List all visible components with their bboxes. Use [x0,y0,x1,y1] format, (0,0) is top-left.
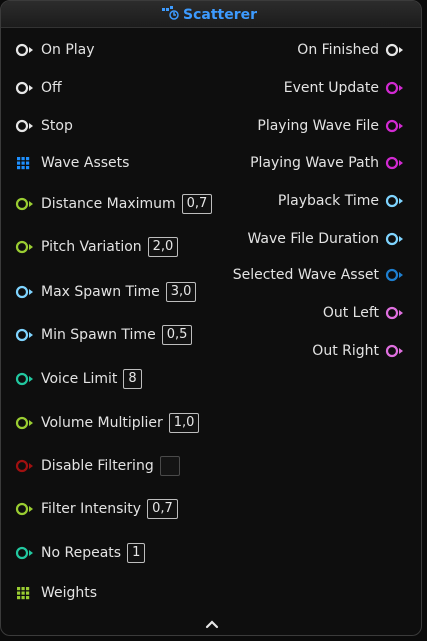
pin-label: No Repeats [41,545,122,561]
pin-label: Voice Limit [41,371,118,387]
object-pin-icon[interactable] [385,268,405,282]
float-pin-icon[interactable] [15,197,35,211]
audio-pin-icon[interactable] [385,306,405,320]
pin-checkbox[interactable] [159,456,180,476]
input-pin-row[interactable]: Filter Intensity 0,7 [15,498,178,520]
scatter-icon [161,5,179,25]
input-pin-row[interactable]: Weights [15,582,97,604]
output-pin-row[interactable]: On Finished [297,39,405,61]
pin-label: Playback Time [277,193,379,209]
int-pin-icon[interactable] [15,372,35,386]
node-title: Scatterer [183,7,258,23]
pin-label: Out Right [312,343,379,359]
input-pin-row[interactable]: On Play [15,39,95,61]
exec-pin-icon[interactable] [15,119,35,133]
pin-label: Weights [41,585,98,601]
pin-label: Event Update [283,80,379,96]
pin-label: Disable Filtering [41,458,154,474]
exec-pin-icon[interactable] [385,43,405,57]
pin-label: On Finished [297,42,379,58]
input-pin-row[interactable]: Volume Multiplier 1,0 [15,412,200,434]
pin-label: Pitch Variation [41,239,142,255]
pin-label: Playing Wave Path [250,155,379,171]
int-pin-icon[interactable] [15,546,35,560]
time-pin-icon[interactable] [385,232,405,246]
pin-label: On Play [41,42,95,58]
pin-label: Stop [41,118,73,134]
output-pin-row[interactable]: Playback Time [278,190,405,212]
float-pin-icon[interactable] [15,502,35,516]
input-pin-row[interactable]: Min Spawn Time 0,5 [15,324,193,346]
bool-pin-icon[interactable] [15,459,35,473]
input-pin-row[interactable]: Off [15,77,62,99]
pin-label: Filter Intensity [41,501,142,517]
float-pin-icon[interactable] [15,416,35,430]
input-pin-row[interactable]: Voice Limit 8 [15,368,142,390]
audio-pin-icon[interactable] [385,344,405,358]
exec-pin-icon[interactable] [15,81,35,95]
input-pin-row[interactable]: Max Spawn Time 3,0 [15,281,197,303]
array-pin-icon[interactable] [15,156,35,170]
pin-label: Playing Wave File [257,118,379,134]
output-pin-row[interactable]: Out Left [323,302,405,324]
array-pin-icon[interactable] [15,586,35,600]
trigger-pin-icon[interactable] [385,119,405,133]
pin-label: Out Left [322,305,379,321]
input-pin-row[interactable]: Pitch Variation 2,0 [15,236,179,258]
pin-value-field[interactable]: 1,0 [168,413,200,433]
pin-value-field[interactable]: 0,7 [147,499,178,519]
scatterer-node[interactable]: Scatterer On Play Off Stop Wave Assets Dista… [0,0,422,636]
exec-pin-icon[interactable] [15,43,35,57]
pin-label: Volume Multiplier [41,415,163,431]
pin-label: Distance Maximum [41,196,176,212]
pin-value-field[interactable]: 1 [127,543,146,563]
trigger-pin-icon[interactable] [385,156,405,170]
pin-value-field[interactable]: 0,7 [181,194,213,214]
pin-label: Off [41,80,62,96]
pin-value-field[interactable]: 8 [123,369,142,389]
output-pin-row[interactable]: Playing Wave Path [250,152,405,174]
pin-value-field[interactable]: 2,0 [147,237,179,257]
input-pin-row[interactable]: Distance Maximum 0,7 [15,193,213,215]
pin-value-field[interactable]: 0,5 [161,325,193,345]
time-pin-icon[interactable] [15,328,35,342]
pin-label: Wave Assets [41,155,130,171]
pin-label: Max Spawn Time [41,284,160,300]
output-pin-row[interactable]: Event Update [284,77,405,99]
output-pin-row[interactable]: Selected Wave Asset [233,264,405,286]
trigger-pin-icon[interactable] [385,81,405,95]
node-header[interactable]: Scatterer [1,1,421,28]
input-pin-row[interactable]: Wave Assets [15,152,129,174]
chevron-up-icon[interactable] [204,615,220,629]
pin-value-field[interactable]: 3,0 [165,282,197,302]
input-pin-row[interactable]: Disable Filtering [15,455,180,477]
pin-label: Wave File Duration [247,231,379,247]
pin-label: Min Spawn Time [41,327,156,343]
time-pin-icon[interactable] [385,194,405,208]
input-pin-row[interactable]: Stop [15,115,73,137]
time-pin-icon[interactable] [15,285,35,299]
input-pin-row[interactable]: No Repeats 1 [15,542,146,564]
output-pin-row[interactable]: Wave File Duration [247,228,405,250]
pin-label: Selected Wave Asset [232,267,379,283]
output-pin-row[interactable]: Playing Wave File [257,115,405,137]
output-pin-row[interactable]: Out Right [312,340,405,362]
float-pin-icon[interactable] [15,240,35,254]
